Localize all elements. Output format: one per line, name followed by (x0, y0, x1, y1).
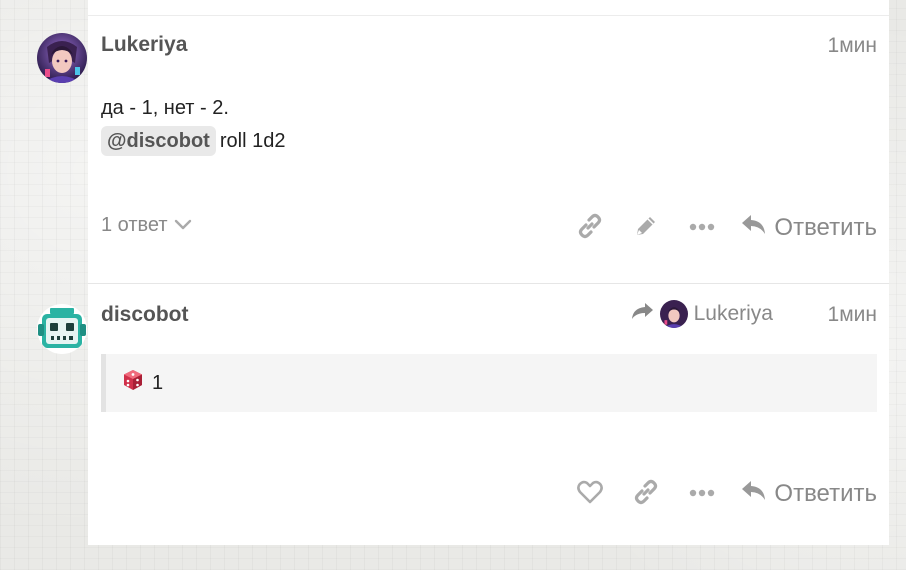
reply-icon (740, 479, 768, 510)
command-text: roll 1d2 (219, 130, 286, 152)
post-actions: Ответить (562, 474, 877, 514)
post-lukeriya: Lukeriya 1мин да - 1, нет - 2. @discobot… (37, 15, 889, 284)
post-time[interactable]: 1мин (828, 303, 877, 327)
reply-to-username: Lukeriya (693, 302, 773, 325)
avatar (659, 300, 688, 328)
ellipsis-icon (688, 485, 716, 503)
replies-count: 1 ответ (101, 214, 168, 236)
show-replies-button[interactable]: 1 ответ (101, 214, 192, 237)
topic-stream: Lukeriya 1мин да - 1, нет - 2. @discobot… (37, 0, 889, 546)
link-icon (632, 478, 660, 511)
heart-icon (576, 479, 604, 510)
mention-link[interactable]: @discobot (101, 126, 216, 156)
more-button[interactable] (674, 474, 730, 514)
reply-to-indicator[interactable]: Lukeriya (630, 300, 773, 328)
edit-button[interactable] (618, 208, 674, 248)
reply-label: Ответить (774, 214, 877, 241)
username[interactable]: Lukeriya (101, 33, 187, 57)
post-content: да - 1, нет - 2. @discobot roll 1d2 (101, 92, 285, 158)
pencil-icon (632, 212, 660, 245)
reply-to-arrow-icon (630, 301, 654, 327)
post-text-line: да - 1, нет - 2. (101, 97, 229, 119)
post-actions: Ответить (562, 208, 877, 248)
like-button[interactable] (562, 474, 618, 514)
reply-icon (740, 213, 768, 244)
dice-icon (122, 369, 144, 397)
reply-button[interactable]: Ответить (740, 479, 877, 510)
ellipsis-icon (688, 219, 716, 237)
avatar[interactable] (37, 304, 87, 354)
chevron-down-icon (174, 214, 192, 237)
roll-result-value: 1 (152, 371, 164, 394)
copy-link-button[interactable] (618, 474, 674, 514)
username[interactable]: discobot (101, 303, 189, 327)
more-button[interactable] (674, 208, 730, 248)
link-icon (576, 212, 604, 245)
post-time[interactable]: 1мин (828, 34, 877, 58)
copy-link-button[interactable] (562, 208, 618, 248)
roll-result-quote: 1 (101, 354, 877, 412)
reply-label: Ответить (774, 480, 877, 507)
reply-button[interactable]: Ответить (740, 213, 877, 244)
avatar[interactable] (37, 33, 87, 83)
post-discobot: discobot Lukeriya 1мин 1 Ответить (37, 283, 889, 546)
post-command-line: @discobot roll 1d2 (101, 125, 285, 158)
